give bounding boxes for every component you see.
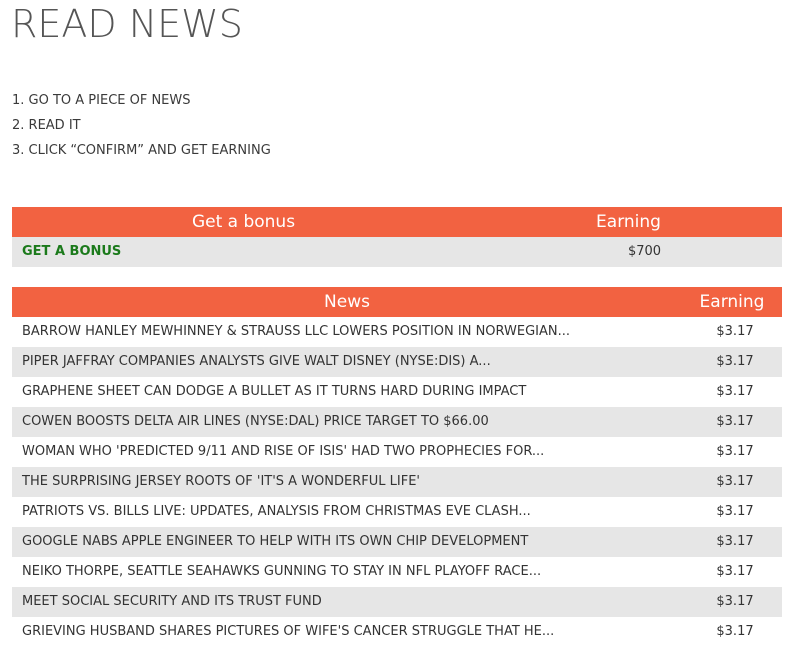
- news-table-header: News Earning: [12, 287, 782, 317]
- news-earning: $3.17: [682, 617, 782, 645]
- bonus-table-header: Get a bonus Earning: [12, 207, 782, 237]
- table-row: WOMAN WHO 'PREDICTED 9/11 AND RISE OF IS…: [12, 437, 782, 467]
- table-row: PIPER JAFFRAY COMPANIES ANALYSTS GIVE WA…: [12, 347, 782, 377]
- news-link[interactable]: GRIEVING HUSBAND SHARES PICTURES OF WIFE…: [12, 617, 682, 645]
- news-link[interactable]: GOOGLE NABS APPLE ENGINEER TO HELP WITH …: [12, 527, 682, 557]
- table-row: NEIKO THORPE, SEATTLE SEAHAWKS GUNNING T…: [12, 557, 782, 587]
- news-earning: $3.17: [682, 437, 782, 467]
- page-title: READ NEWS: [11, 2, 243, 46]
- instruction-step-3: 3. CLICK “CONFIRM” AND GET EARNING: [12, 143, 271, 158]
- table-row: MEET SOCIAL SECURITY AND ITS TRUST FUND …: [12, 587, 782, 617]
- bonus-table: Get a bonus Earning GET A BONUS $700: [12, 207, 782, 267]
- news-link[interactable]: THE SURPRISING JERSEY ROOTS OF 'IT'S A W…: [12, 467, 682, 497]
- news-earning: $3.17: [682, 467, 782, 497]
- news-earning: $3.17: [682, 407, 782, 437]
- news-link[interactable]: BARROW HANLEY MEWHINNEY & STRAUSS LLC LO…: [12, 317, 682, 347]
- get-bonus-link[interactable]: GET A BONUS: [12, 244, 121, 259]
- news-column-header: News: [12, 287, 682, 317]
- news-earning: $3.17: [682, 347, 782, 377]
- bonus-earning: $700: [475, 237, 782, 267]
- instruction-step-2: 2. READ IT: [12, 118, 81, 133]
- news-earning: $3.17: [682, 587, 782, 617]
- news-earning: $3.17: [682, 497, 782, 527]
- bonus-column-header: Get a bonus: [12, 207, 475, 237]
- table-row: COWEN BOOSTS DELTA AIR LINES (NYSE:DAL) …: [12, 407, 782, 437]
- news-earning: $3.17: [682, 557, 782, 587]
- table-row: GRIEVING HUSBAND SHARES PICTURES OF WIFE…: [12, 617, 782, 645]
- table-row: THE SURPRISING JERSEY ROOTS OF 'IT'S A W…: [12, 467, 782, 497]
- bonus-earning-column-header: Earning: [475, 207, 782, 237]
- instruction-step-1: 1. GO TO A PIECE OF NEWS: [12, 93, 191, 108]
- news-link[interactable]: WOMAN WHO 'PREDICTED 9/11 AND RISE OF IS…: [12, 437, 682, 467]
- table-row: PATRIOTS VS. BILLS LIVE: UPDATES, ANALYS…: [12, 497, 782, 527]
- news-earning: $3.17: [682, 377, 782, 407]
- news-earning-column-header: Earning: [682, 287, 782, 317]
- news-earning: $3.17: [682, 317, 782, 347]
- bonus-row: GET A BONUS $700: [12, 237, 782, 267]
- news-link[interactable]: PATRIOTS VS. BILLS LIVE: UPDATES, ANALYS…: [12, 497, 682, 527]
- news-table: News Earning BARROW HANLEY MEWHINNEY & S…: [12, 287, 782, 645]
- news-link[interactable]: COWEN BOOSTS DELTA AIR LINES (NYSE:DAL) …: [12, 407, 682, 437]
- news-link[interactable]: NEIKO THORPE, SEATTLE SEAHAWKS GUNNING T…: [12, 557, 682, 587]
- table-row: GOOGLE NABS APPLE ENGINEER TO HELP WITH …: [12, 527, 782, 557]
- news-link[interactable]: MEET SOCIAL SECURITY AND ITS TRUST FUND: [12, 587, 682, 617]
- table-row: BARROW HANLEY MEWHINNEY & STRAUSS LLC LO…: [12, 317, 782, 347]
- table-row: GRAPHENE SHEET CAN DODGE A BULLET AS IT …: [12, 377, 782, 407]
- news-link[interactable]: PIPER JAFFRAY COMPANIES ANALYSTS GIVE WA…: [12, 347, 682, 377]
- news-link[interactable]: GRAPHENE SHEET CAN DODGE A BULLET AS IT …: [12, 377, 682, 407]
- news-earning: $3.17: [682, 527, 782, 557]
- instructions-list: 1. GO TO A PIECE OF NEWS 2. READ IT 3. C…: [12, 92, 271, 167]
